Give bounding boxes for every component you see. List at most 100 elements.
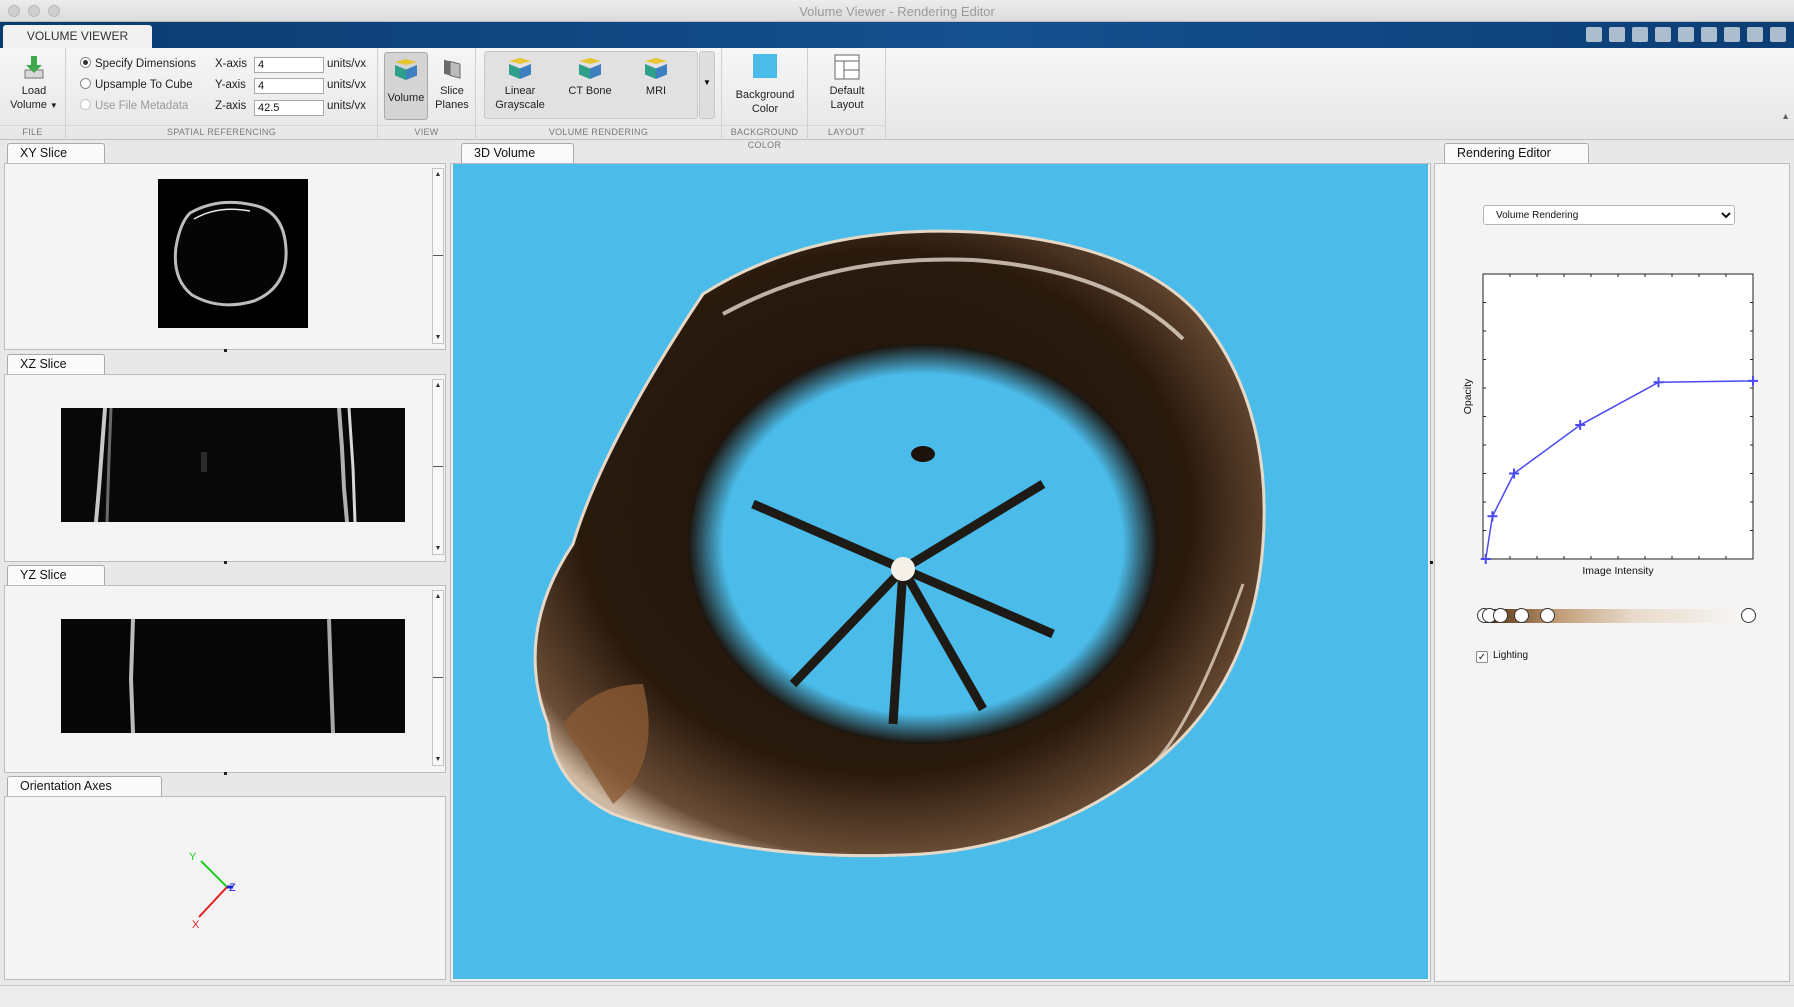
use-file-metadata-radio: Use File Metadata [80, 97, 188, 115]
download-icon [24, 56, 44, 79]
z-axis-input[interactable] [254, 100, 324, 116]
spatial-section-label: SPATIAL REFERENCING [66, 125, 377, 139]
xz-slice-panel: ▲ ▼ [4, 374, 446, 564]
xy-slice-scrollbar[interactable]: ▲ ▼ [432, 168, 444, 344]
tab-rendering-editor[interactable]: Rendering Editor [1444, 143, 1589, 163]
radio-icon [80, 99, 91, 110]
colormap-stop-handle[interactable] [1741, 608, 1756, 623]
undo-icon[interactable] [1678, 27, 1694, 42]
colormap-stop-handle[interactable] [1492, 608, 1508, 623]
layout-section: Default Layout LAYOUT [808, 48, 886, 140]
background-section-label: BACKGROUND COLOR [722, 125, 807, 150]
scroll-down-icon[interactable]: ▼ [433, 545, 443, 552]
tab-3d-volume[interactable]: 3D Volume [461, 143, 574, 163]
tab-xy-slice[interactable]: XY Slice [7, 143, 105, 163]
rendering-mode-dropdown[interactable]: Volume Rendering [1483, 205, 1735, 225]
colormap-stop-handle[interactable] [1513, 608, 1529, 623]
background-color-section: Background Color BACKGROUND COLOR [722, 48, 808, 150]
z-axis-letter: Z [229, 882, 236, 894]
background-label-line1: Background [735, 89, 795, 101]
lighting-label: Lighting [1493, 650, 1529, 661]
paste-icon[interactable] [1655, 27, 1671, 42]
upsample-to-cube-radio[interactable]: Upsample To Cube [80, 76, 193, 94]
layout-label-line2: Layout [830, 99, 864, 111]
plot-frame [1482, 273, 1754, 560]
xz-slice-scrollbar[interactable]: ▲ ▼ [432, 379, 444, 555]
xy-slice-panel: ▲ ▼ [4, 163, 446, 352]
tab-volume-viewer[interactable]: VOLUME VIEWER [3, 25, 152, 48]
scroll-thumb[interactable] [433, 677, 443, 678]
layout-icon[interactable] [1747, 27, 1763, 42]
yz-slice-image [61, 618, 405, 734]
lighting-checkbox[interactable]: ✓ Lighting [1476, 650, 1528, 663]
save-icon[interactable] [1586, 27, 1602, 42]
radio-selected-icon [80, 57, 91, 68]
copy-icon[interactable] [1632, 27, 1648, 42]
scroll-thumb[interactable] [433, 255, 443, 256]
gallery-expand-button[interactable]: ▼ [699, 51, 715, 119]
specify-dimensions-radio[interactable]: Specify Dimensions [80, 55, 196, 73]
linear-grayscale-cube-icon [509, 58, 531, 80]
scroll-up-icon[interactable]: ▲ [433, 382, 443, 389]
cut-icon[interactable] [1609, 27, 1625, 42]
orientation-axes-widget[interactable]: Y X Z [165, 841, 285, 961]
z-axis-label: Z-axis [215, 100, 247, 112]
y-axis-input[interactable] [254, 78, 324, 94]
volume-view-button[interactable]: Volume [384, 52, 428, 120]
layout-label-line1: Default [829, 85, 865, 97]
ribbon-toolstrip: Load Volume ▼ FILE Specify Dimensions Up… [0, 48, 1794, 150]
yz-slice-view[interactable] [61, 618, 405, 734]
background-color-button[interactable]: Background Color [726, 54, 804, 116]
tab-orientation-axes[interactable]: Orientation Axes [7, 776, 162, 796]
slice-position-marker[interactable] [224, 561, 227, 564]
slice-position-marker[interactable] [224, 349, 227, 352]
yz-slice-panel: ▲ ▼ [4, 585, 446, 775]
scroll-up-icon[interactable]: ▲ [433, 593, 443, 600]
slice-label-line1: Slice [440, 85, 464, 97]
volume-label: Volume [387, 92, 425, 104]
status-bar [0, 985, 1794, 1007]
upsample-label: Upsample To Cube [95, 79, 193, 91]
default-layout-button[interactable]: Default Layout [816, 54, 878, 112]
collapse-ribbon-icon[interactable]: ▲ [1781, 111, 1790, 121]
yz-slice-scrollbar[interactable]: ▲ ▼ [432, 590, 444, 766]
ct-bone-button[interactable]: CT Bone [560, 58, 620, 98]
view-section-label: VIEW [378, 125, 475, 139]
opacity-chart[interactable]: Image Intensity Opacity [1448, 262, 1778, 582]
ct-bone-cube-icon [579, 58, 601, 80]
scroll-down-icon[interactable]: ▼ [433, 334, 443, 341]
slice-planes-icon [444, 59, 461, 79]
linear-label-line1: Linear [504, 85, 536, 97]
rendering-section-label: VOLUME RENDERING [476, 125, 721, 139]
app-window: Volume Viewer - Rendering Editor VOLUME … [0, 0, 1794, 1007]
radio-icon [80, 78, 91, 89]
tab-xz-slice[interactable]: XZ Slice [7, 354, 105, 374]
splitter-handle[interactable] [1430, 561, 1433, 564]
y-axis-label: Y-axis [215, 79, 246, 91]
help-icon[interactable] [1770, 27, 1786, 42]
x-axis-label: X-axis [215, 58, 247, 70]
scroll-thumb[interactable] [433, 466, 443, 467]
mri-button[interactable]: MRI [630, 58, 682, 98]
x-units-label: units/vx [327, 58, 366, 70]
volume-rendering-section: Linear Grayscale CT Bone MRI ▼ VOLUME RE… [476, 48, 722, 140]
spatial-referencing-section: Specify Dimensions Upsample To Cube Use … [66, 48, 378, 140]
xz-slice-image [61, 407, 405, 523]
scroll-down-icon[interactable]: ▼ [433, 756, 443, 763]
chevron-down-icon: ▼ [703, 78, 711, 87]
linear-grayscale-button[interactable]: Linear Grayscale [490, 58, 550, 112]
x-axis-letter: X [192, 919, 200, 931]
xz-slice-view[interactable] [61, 407, 405, 523]
ribbon-tab-strip: VOLUME VIEWER [0, 22, 1794, 48]
x-axis-input[interactable] [254, 57, 324, 73]
y-units-label: units/vx [327, 79, 366, 91]
load-volume-button[interactable]: Load Volume ▼ [6, 54, 62, 113]
scroll-up-icon[interactable]: ▲ [433, 171, 443, 178]
tab-yz-slice[interactable]: YZ Slice [7, 565, 105, 585]
volume-render-view[interactable] [453, 164, 1428, 979]
switch-windows-icon[interactable] [1724, 27, 1740, 42]
xy-slice-view[interactable] [158, 179, 308, 328]
slice-planes-button[interactable]: Slice Planes [432, 56, 472, 112]
slice-position-marker[interactable] [224, 772, 227, 775]
redo-icon[interactable] [1701, 27, 1717, 42]
